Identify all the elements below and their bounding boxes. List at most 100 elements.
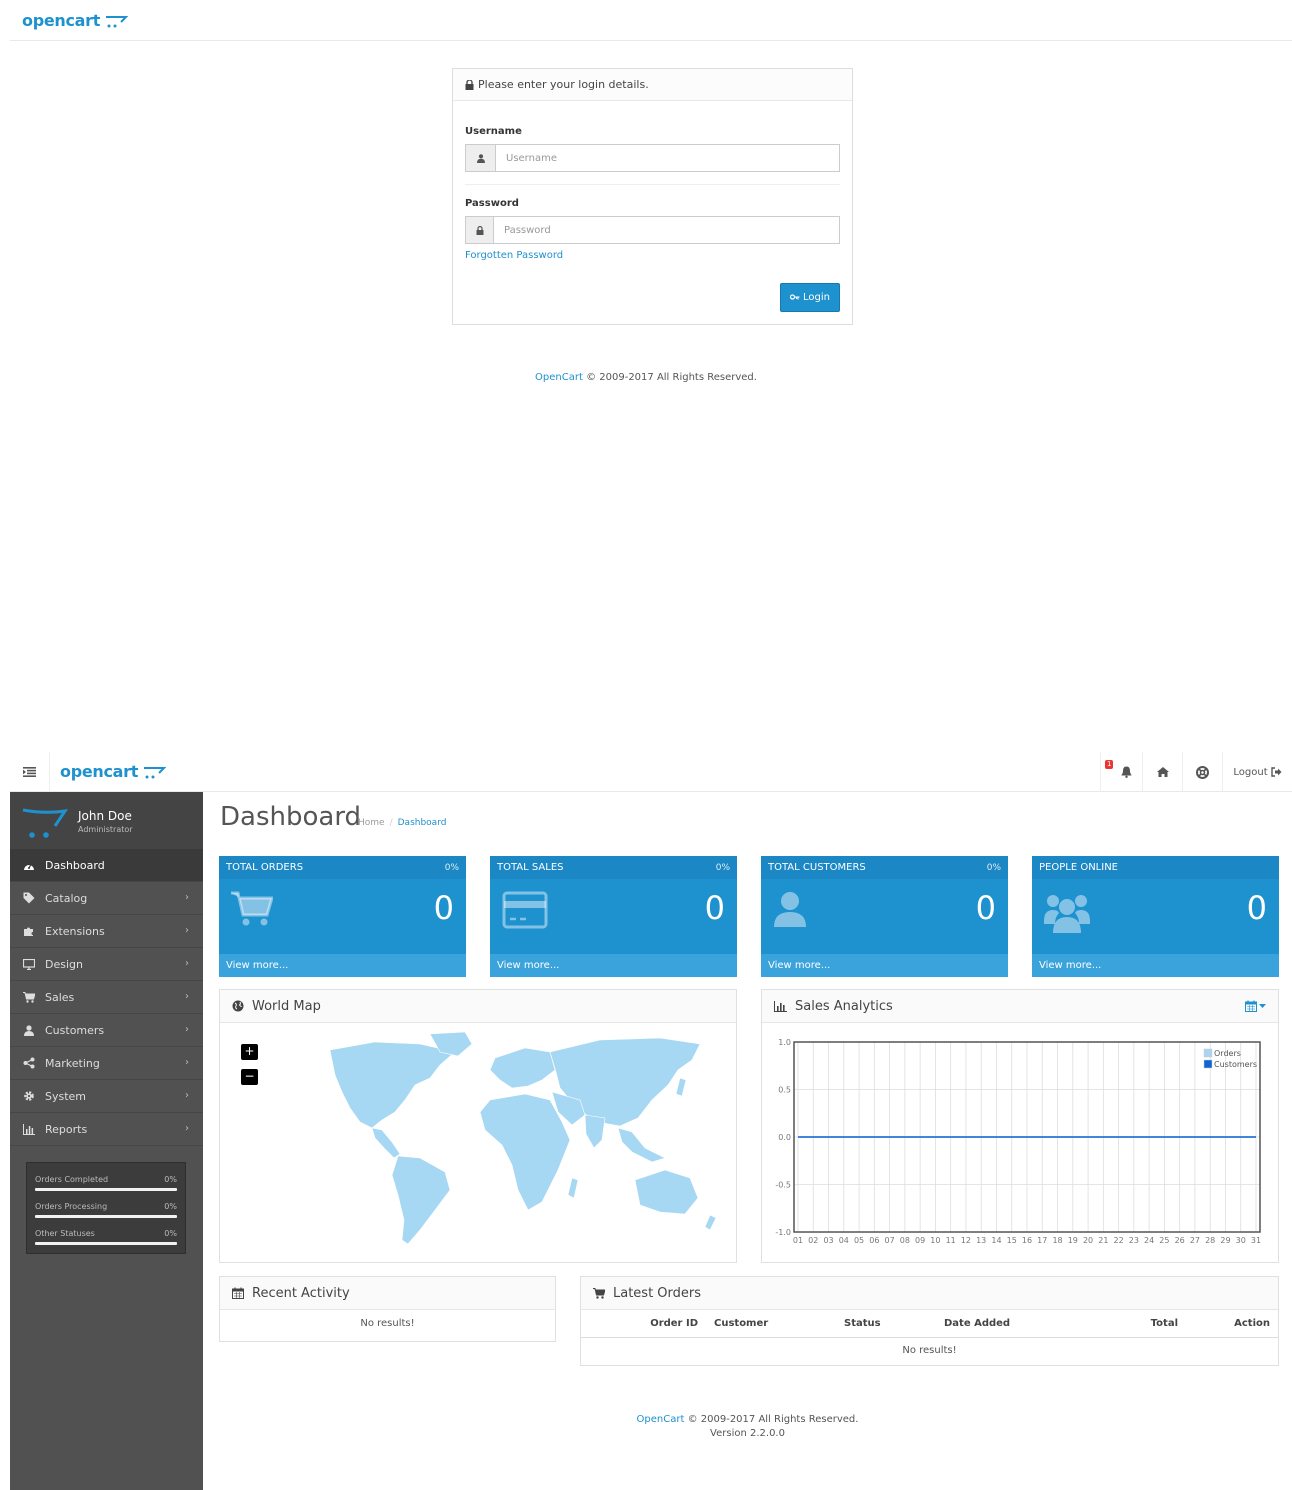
calendar-icon	[232, 1287, 244, 1299]
chart-x-tick-label: 31	[1251, 1236, 1261, 1245]
sidebar-item-reports[interactable]: Reports ›	[10, 1113, 203, 1146]
breadcrumb: Home / Dashboard	[358, 818, 446, 828]
main-navigation: Dashboard Catalog › Extensions › Design › Sales…	[10, 849, 203, 1146]
password-input[interactable]	[494, 217, 839, 243]
map-africa	[479, 1093, 571, 1211]
user-profile[interactable]: John Doe Administrator	[10, 792, 203, 849]
opencart-cart-icon	[22, 808, 68, 838]
bar-chart-icon	[22, 1123, 36, 1135]
home-icon	[1156, 767, 1169, 777]
sidebar-item-system[interactable]: System ›	[10, 1080, 203, 1113]
chevron-right-icon: ›	[185, 1057, 189, 1068]
recent-activity-panel: Recent Activity No results!	[219, 1276, 556, 1342]
tile-body: 0	[219, 879, 466, 954]
map-zoom-in-button[interactable]: +	[241, 1044, 258, 1060]
chart-x-tick-label: 03	[823, 1236, 833, 1245]
map-zoom-out-button[interactable]: −	[241, 1069, 258, 1085]
chart-y-tick-label: -1.0	[775, 1228, 791, 1237]
opencart-footer-link[interactable]: OpenCart	[637, 1414, 685, 1425]
chart-y-tick-label: 0.0	[778, 1133, 791, 1142]
sidebar-item-label: Extensions	[45, 924, 105, 938]
order-status-progress-bar	[35, 1188, 177, 1191]
user-icon	[22, 1024, 36, 1036]
dashboard-footer: OpenCart © 2009-2017 All Rights Reserved…	[203, 1413, 1292, 1441]
sidebar-item-dashboard[interactable]: Dashboard	[10, 849, 203, 882]
help-button[interactable]	[1182, 752, 1222, 792]
opencart-logo[interactable]: opencart	[22, 11, 129, 30]
tile-view-more-link[interactable]: View more...	[761, 954, 1008, 977]
sidebar-item-design[interactable]: Design ›	[10, 948, 203, 981]
username-label: Username	[465, 126, 522, 137]
order-status-label: Other Statuses	[35, 1229, 95, 1238]
login-header: opencart	[10, 0, 1292, 41]
opencart-footer-link[interactable]: OpenCart	[535, 372, 583, 383]
menu-toggle-button[interactable]	[10, 752, 50, 792]
opencart-logo[interactable]: opencart	[60, 762, 167, 781]
tag-icon	[22, 892, 36, 904]
sidebar-item-label: Dashboard	[45, 858, 105, 872]
sales-analytics-chart: 1.0 0.5 0.0 -0.5 -1.001 02 03 04 05 06 07 08 09 10 11 1…	[775, 1038, 1261, 1245]
sidebar-item-marketing[interactable]: Marketing ›	[10, 1047, 203, 1080]
login-panel: Please enter your login details. Usernam…	[452, 68, 853, 325]
tile-view-more-link[interactable]: View more...	[490, 954, 737, 977]
globe-icon	[232, 1000, 244, 1012]
cart-logo-icon	[144, 766, 167, 778]
sidebar-item-extensions[interactable]: Extensions ›	[10, 915, 203, 948]
table-row: No results!	[581, 1337, 1278, 1364]
sidebar-item-sales[interactable]: Sales ›	[10, 981, 203, 1014]
order-status-row: Other Statuses 0%	[35, 1223, 177, 1250]
tile-heading: TOTAL CUSTOMERS 0%	[761, 856, 1008, 879]
notifications-button[interactable]: 1	[1100, 752, 1142, 792]
chart-x-tick-label: 24	[1144, 1236, 1154, 1245]
chart-legend-swatch	[1203, 1059, 1213, 1069]
sidebar-item-catalog[interactable]: Catalog ›	[10, 882, 203, 915]
chevron-right-icon: ›	[185, 1123, 189, 1134]
credit-card-icon	[502, 891, 548, 932]
user-name: John Doe	[78, 809, 132, 823]
store-home-button[interactable]	[1142, 752, 1182, 792]
map-india	[584, 1114, 606, 1149]
latest-orders-empty: No results!	[902, 1345, 957, 1357]
chart-legend-swatch	[1203, 1048, 1213, 1058]
copyright-text: © 2009-2017 All Rights Reserved.	[586, 372, 757, 383]
sidebar-item-customers[interactable]: Customers ›	[10, 1014, 203, 1047]
tile-heading: TOTAL ORDERS 0%	[219, 856, 466, 879]
login-button[interactable]: Login	[780, 283, 840, 312]
login-footer: OpenCart © 2009-2017 All Rights Reserved…	[0, 372, 1292, 383]
logout-button[interactable]: Logout	[1222, 752, 1292, 792]
chart-x-tick-label: 01	[793, 1236, 803, 1245]
breadcrumb-dashboard[interactable]: Dashboard	[398, 818, 447, 828]
tile-body: 0	[761, 879, 1008, 954]
order-status-value: 0%	[164, 1202, 177, 1211]
chart-x-tick-label: 16	[1022, 1236, 1032, 1245]
tile-view-more-link[interactable]: View more...	[1032, 954, 1279, 977]
date-range-dropdown[interactable]	[1245, 1000, 1266, 1012]
chart-x-tick-label: 27	[1190, 1236, 1200, 1245]
tile-view-more-link[interactable]: View more...	[219, 954, 466, 977]
order-status-row: Orders Completed 0%	[35, 1169, 177, 1196]
map-southeast-asia	[617, 1127, 666, 1163]
sidebar-item-label: Marketing	[45, 1056, 100, 1070]
chart-y-tick-label: -0.5	[775, 1181, 791, 1190]
order-status-progress-bar	[35, 1215, 177, 1218]
user-role: Administrator	[78, 825, 133, 834]
calendar-icon	[1245, 1000, 1257, 1012]
sales-analytics-panel: Sales Analytics 1.0 0.5 0.0 -0.5 -1.0 01 02 03 0…	[761, 989, 1279, 1263]
order-status-summary: Orders Completed 0% Orders Processing 0% Oth…	[26, 1162, 186, 1254]
chart-x-tick-label: 18	[1052, 1236, 1062, 1245]
latest-orders-table: Order ID Customer Status Date Added Tota…	[581, 1310, 1278, 1364]
world-map[interactable]	[280, 1030, 720, 1250]
chart-x-tick-label: 10	[930, 1236, 940, 1245]
key-icon	[790, 293, 800, 300]
sidebar-item-label: System	[45, 1089, 87, 1103]
lock-icon	[465, 79, 474, 90]
breadcrumb-home[interactable]: Home	[358, 818, 385, 828]
sidebar-item-label: Reports	[45, 1122, 88, 1136]
dashboard-icon	[22, 860, 36, 871]
tile-total-customers: TOTAL CUSTOMERS 0% 0 View more...	[761, 856, 1008, 977]
forgotten-password-link[interactable]: Forgotten Password	[465, 250, 563, 261]
chart-x-tick-label: 30	[1236, 1236, 1246, 1245]
login-panel-heading: Please enter your login details.	[453, 69, 852, 101]
order-status-value: 0%	[164, 1229, 177, 1238]
username-input[interactable]	[496, 145, 839, 171]
